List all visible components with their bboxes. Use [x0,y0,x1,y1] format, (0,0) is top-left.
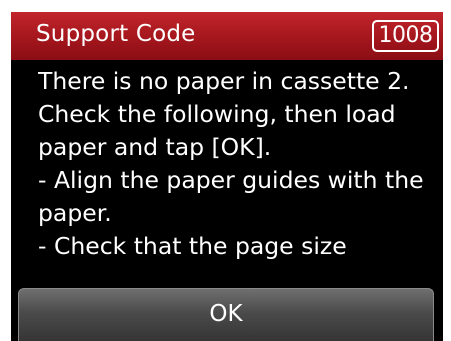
message-line: There is no paper in cassette 2. [38,67,410,95]
ok-button[interactable]: OK [18,288,434,341]
message-line: Check the following, then load [38,100,396,128]
support-code-number: 1008 [372,20,439,52]
printer-error-screen: Support Code 1008 There is no paper in c… [11,12,443,341]
message-line: - Align the paper guides with the [38,166,424,194]
support-code-title: Support Code [36,21,196,47]
button-bar: OK [11,264,443,341]
support-code-header: Support Code 1008 [11,12,443,60]
message-line: paper. [38,199,112,227]
message-line: paper and tap [OK]. [38,133,272,161]
error-message[interactable]: There is no paper in cassette 2. Check t… [38,65,438,270]
message-line: - Check that the page size [38,232,347,260]
